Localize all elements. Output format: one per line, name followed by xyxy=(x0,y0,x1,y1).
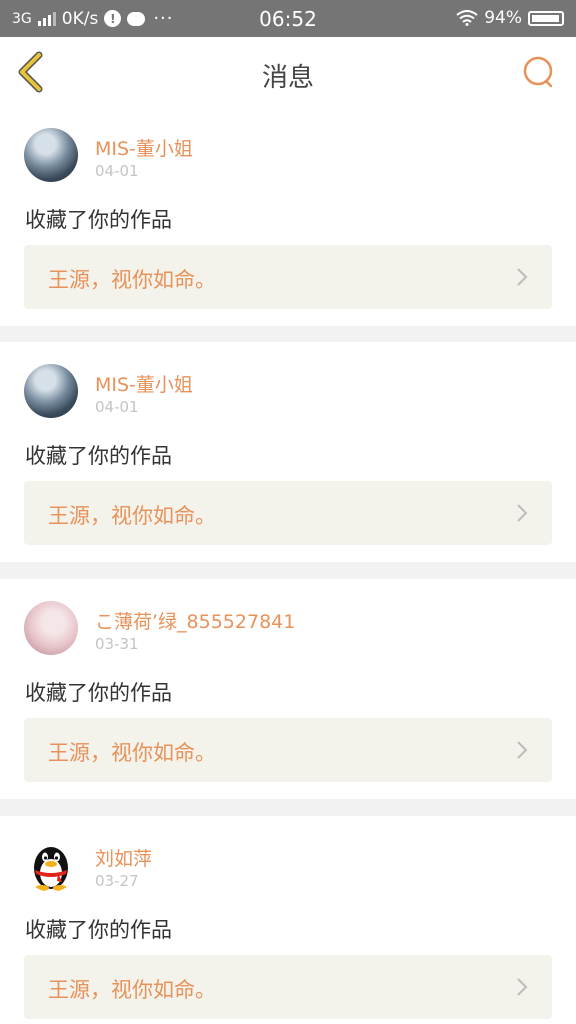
status-right: 94% xyxy=(456,8,564,28)
page-title: 消息 xyxy=(261,63,314,93)
penguin-icon xyxy=(34,847,68,891)
avatar[interactable] xyxy=(24,838,78,892)
battery-percent: 94% xyxy=(484,8,522,28)
work-link[interactable]: 王源，视你如命。 xyxy=(24,481,552,545)
message-action: 收藏了你的作品 xyxy=(25,918,172,942)
message-date: 04-01 xyxy=(95,398,139,416)
chevron-right-icon xyxy=(517,741,528,759)
chevron-right-icon xyxy=(517,504,528,522)
username[interactable]: MIS-董小姐 xyxy=(95,134,193,161)
message-action: 收藏了你的作品 xyxy=(25,444,172,468)
avatar[interactable] xyxy=(24,128,78,182)
message-item: こ薄荷’绿_855527841 03-31 收藏了你的作品 王源，视你如命。 xyxy=(0,579,576,799)
username[interactable]: MIS-董小姐 xyxy=(95,370,193,397)
work-title: 王源，视你如命。 xyxy=(48,504,216,528)
avatar[interactable] xyxy=(24,601,78,655)
chevron-right-icon xyxy=(517,268,528,286)
work-link[interactable]: 王源，视你如命。 xyxy=(24,955,552,1019)
message-item: MIS-董小姐 04-01 收藏了你的作品 王源，视你如命。 xyxy=(0,106,576,326)
message-action: 收藏了你的作品 xyxy=(25,208,172,232)
work-link[interactable]: 王源，视你如命。 xyxy=(24,245,552,309)
chevron-right-icon xyxy=(517,978,528,996)
message-action: 收藏了你的作品 xyxy=(25,681,172,705)
wifi-icon xyxy=(456,10,478,26)
work-title: 王源，视你如命。 xyxy=(48,741,216,765)
search-icon[interactable] xyxy=(522,55,556,89)
work-title: 王源，视你如命。 xyxy=(48,978,216,1002)
message-item: 刘如萍 03-27 收藏了你的作品 王源，视你如命。 xyxy=(0,816,576,1024)
message-date: 03-31 xyxy=(95,635,139,653)
username[interactable]: 刘如萍 xyxy=(95,844,152,871)
avatar[interactable] xyxy=(24,364,78,418)
message-item: MIS-董小姐 04-01 收藏了你的作品 王源，视你如命。 xyxy=(0,342,576,562)
battery-icon xyxy=(528,10,564,26)
header: 消息 xyxy=(0,37,576,107)
status-bar: 3G 0K/s ! ··· 06:52 94% xyxy=(0,0,576,37)
work-title: 王源，视你如命。 xyxy=(48,268,216,292)
work-link[interactable]: 王源，视你如命。 xyxy=(24,718,552,782)
message-date: 03-27 xyxy=(95,872,139,890)
username[interactable]: こ薄荷’绿_855527841 xyxy=(95,607,295,634)
message-date: 04-01 xyxy=(95,162,139,180)
